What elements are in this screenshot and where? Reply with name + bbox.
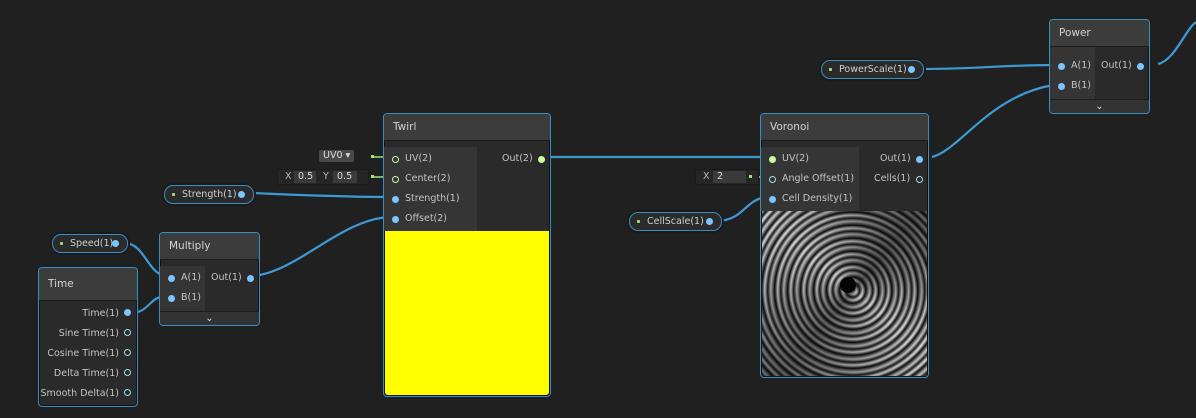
twirl-input-offset[interactable]: Offset(2) [392, 212, 447, 226]
speed-property[interactable]: Speed(1) [52, 234, 128, 253]
power-node-title: Power [1050, 20, 1149, 47]
voronoi-input-density[interactable]: Cell Density(1) [769, 192, 852, 206]
time-output-smooth-delta[interactable]: Smooth Delta(1) [41, 387, 131, 401]
multiply-node[interactable]: Multiply A(1) B(1) Out(1) ⌄ [159, 232, 260, 326]
voronoi-output-out[interactable]: Out(1) [880, 152, 925, 166]
twirl-output[interactable]: Out(2) [502, 152, 547, 166]
strength-property[interactable]: Strength(1) [164, 185, 254, 204]
time-output-sine[interactable]: Sine Time(1) [59, 327, 131, 341]
inline-port-dot [371, 155, 374, 158]
wire-power-out [1157, 21, 1196, 66]
power-node[interactable]: Power A(1) B(1) Out(1) ⌄ [1049, 19, 1150, 114]
voronoi-node-title: Voronoi [761, 114, 928, 141]
uv-channel-dropdown[interactable]: UV0 ▾ [316, 149, 374, 163]
multiply-node-title: Multiply [160, 233, 259, 260]
twirl-preview [385, 231, 549, 395]
voronoi-node[interactable]: Voronoi UV(2) Angle Offset(1) Cell Densi… [760, 113, 929, 378]
voronoi-preview [762, 211, 927, 376]
wire-multiply-to-offset [253, 215, 390, 278]
time-node-title: Time [39, 268, 137, 301]
wire-powerscale-to-power-a [921, 63, 1055, 71]
connection-wires [125, 21, 1196, 315]
time-output-time[interactable]: Time(1) [82, 307, 131, 321]
twirl-input-strength[interactable]: Strength(1) [392, 192, 460, 206]
twirl-input-center[interactable]: Center(2) [392, 172, 450, 186]
angle-x-input[interactable]: 2 [713, 171, 746, 183]
time-node[interactable]: Time Time(1) Sine Time(1) Cosine Time(1)… [38, 267, 138, 407]
center-y-input[interactable]: 0.5 [333, 171, 357, 183]
twirl-input-uv[interactable]: UV(2) [392, 152, 432, 166]
powerscale-property[interactable]: PowerScale(1) [821, 60, 924, 79]
chevron-down-icon[interactable]: ⌄ [160, 311, 259, 325]
twirl-node-title: Twirl [384, 114, 550, 141]
twirl-node[interactable]: Twirl UV(2) Center(2) Strength(1) Offset… [383, 113, 551, 397]
multiply-output[interactable]: Out(1) [211, 271, 256, 285]
time-output-delta[interactable]: Delta Time(1) [54, 367, 131, 381]
multiply-input-a[interactable]: A(1) [168, 271, 201, 285]
voronoi-output-cells[interactable]: Cells(1) [874, 172, 925, 186]
dropdown-arrow-icon: ▾ [345, 150, 351, 161]
center-vector-field[interactable]: X 0.5 Y 0.5 [277, 169, 374, 185]
cellscale-property[interactable]: CellScale(1) [629, 212, 722, 231]
chevron-down-icon[interactable]: ⌄ [1050, 99, 1149, 113]
power-input-b[interactable]: B(1) [1058, 79, 1091, 93]
power-input-a[interactable]: A(1) [1058, 59, 1091, 73]
center-x-input[interactable]: 0.5 [294, 171, 316, 183]
wire-voronoi-to-power-b [931, 83, 1055, 159]
inline-port-dot [749, 175, 752, 178]
inline-port-dot [371, 175, 374, 178]
multiply-input-b[interactable]: B(1) [168, 291, 201, 305]
voronoi-input-uv[interactable]: UV(2) [769, 152, 809, 166]
power-output[interactable]: Out(1) [1101, 59, 1146, 73]
voronoi-input-angle[interactable]: Angle Offset(1) [769, 172, 854, 186]
time-output-cosine[interactable]: Cosine Time(1) [47, 347, 131, 361]
wire-strength-to-twirl [251, 191, 390, 199]
angle-offset-field[interactable]: X 2 [695, 169, 759, 185]
